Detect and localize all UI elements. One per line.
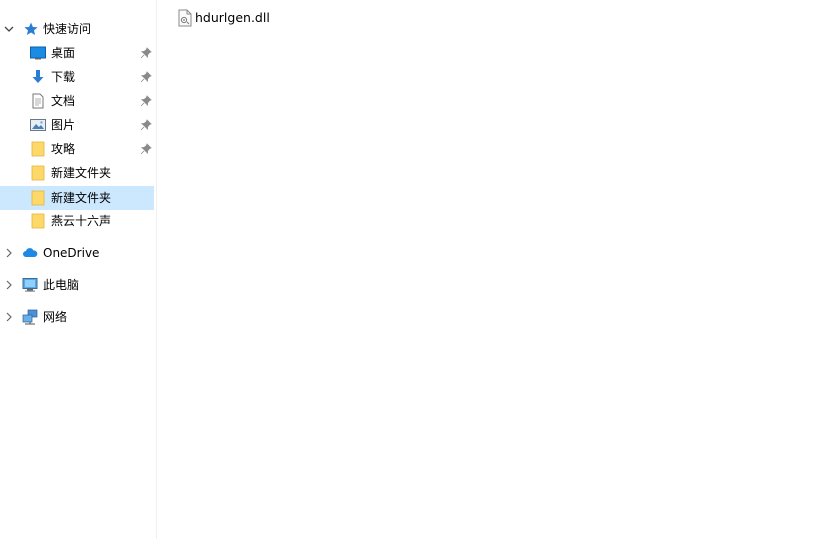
nav-item-new-folder-2[interactable]: 新建文件夹 [0, 186, 154, 210]
nav-item-downloads[interactable]: 下载 [0, 65, 154, 89]
nav-label: 下载 [51, 70, 76, 84]
pictures-icon [30, 117, 46, 133]
nav-label: 桌面 [51, 46, 76, 60]
nav-label: 新建文件夹 [51, 166, 112, 180]
nav-label: 网络 [43, 310, 68, 324]
nav-item-network[interactable]: 网络 [0, 305, 154, 329]
network-icon [22, 309, 38, 325]
nav-label: 文档 [51, 94, 76, 108]
chevron-right-icon[interactable] [3, 246, 15, 260]
nav-label: 快速访问 [43, 22, 92, 36]
nav-label: OneDrive [43, 246, 100, 260]
pin-icon[interactable] [140, 119, 152, 131]
nav-item-documents[interactable]: 文档 [0, 89, 154, 113]
pin-icon[interactable] [140, 95, 152, 107]
folder-icon [30, 213, 46, 229]
pin-icon[interactable] [140, 47, 152, 59]
folder-icon [30, 165, 46, 181]
cloud-icon [22, 245, 38, 261]
desktop-icon [30, 45, 46, 61]
nav-item-this-pc[interactable]: 此电脑 [0, 273, 154, 297]
chevron-right-icon[interactable] [3, 278, 15, 292]
nav-label: 燕云十六声 [51, 214, 112, 228]
folder-icon [30, 141, 46, 157]
file-list-pane: hdurlgen.dll [157, 0, 829, 539]
chevron-right-icon[interactable] [3, 310, 15, 324]
nav-item-folder-guide[interactable]: 攻略 [0, 137, 154, 161]
nav-item-desktop[interactable]: 桌面 [0, 41, 154, 65]
pin-icon[interactable] [140, 143, 152, 155]
nav-item-yanyun[interactable]: 燕云十六声 [0, 209, 154, 233]
computer-icon [22, 277, 38, 293]
nav-label: 图片 [51, 118, 76, 132]
nav-item-quick-access[interactable]: 快速访问 [0, 17, 154, 41]
dll-file-icon [177, 9, 193, 27]
nav-label: 攻略 [51, 142, 76, 156]
chevron-down-icon[interactable] [3, 22, 15, 36]
nav-item-new-folder-1[interactable]: 新建文件夹 [0, 161, 154, 185]
folder-icon [30, 190, 46, 206]
nav-item-pictures[interactable]: 图片 [0, 113, 154, 137]
pin-icon[interactable] [140, 71, 152, 83]
nav-label: 新建文件夹 [51, 191, 112, 205]
download-icon [30, 69, 46, 85]
navigation-pane: 快速访问 桌面 下载 文档 图片 攻略 新建文件夹 新建文件夹 燕云十六声 On… [0, 0, 157, 539]
nav-label: 此电脑 [43, 278, 80, 292]
file-name: hdurlgen.dll [195, 10, 270, 25]
star-icon [23, 21, 39, 37]
document-icon [30, 93, 46, 109]
nav-item-onedrive[interactable]: OneDrive [0, 241, 154, 265]
